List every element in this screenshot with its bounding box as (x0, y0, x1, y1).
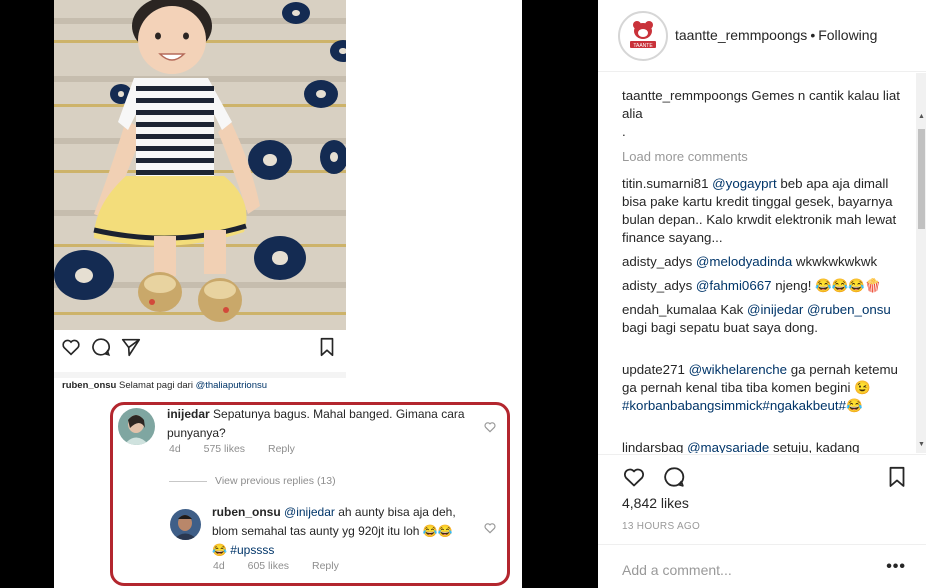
heart-icon (484, 422, 496, 433)
comment-icon[interactable] (662, 465, 686, 489)
comment-mention[interactable]: @inijedar (747, 302, 803, 317)
follow-status[interactable]: Following (818, 27, 877, 43)
post-panel: TAANTE taantte_remmpoongs • Following taan… (598, 0, 926, 588)
comment-text: njeng! 😂😂😂🍿 (775, 278, 882, 293)
bookmark-icon[interactable] (885, 465, 909, 489)
view-previous-replies: View previous replies (13) (169, 475, 336, 487)
heart-icon (484, 523, 496, 534)
likes-count[interactable]: 4,842 likes (622, 495, 689, 511)
highlighted-replies: inijedar Sepatunya bagus. Mahal banged. … (110, 402, 510, 586)
comment-text: wkwkwkwkwk (795, 254, 878, 269)
post-username[interactable]: taantte_remmpoongs (675, 27, 807, 43)
comment-user[interactable]: titin.sumarni81 (622, 176, 708, 191)
reply-comment: inijedar Sepatunya bagus. Mahal banged. … (167, 405, 467, 443)
post-header: TAANTE taantte_remmpoongs • Following (598, 0, 926, 72)
comment-user: ruben_onsu (62, 380, 117, 391)
comment-likes: 605 likes (247, 560, 290, 572)
comments-scrollbar[interactable]: ▲ ▼ (916, 73, 926, 453)
avatar-badge: TAANTE (633, 43, 653, 49)
add-comment-input[interactable]: Add a comment... (622, 562, 732, 578)
more-options-icon[interactable]: ••• (886, 558, 906, 576)
profile-avatar[interactable]: TAANTE (618, 11, 668, 61)
reply-comment: ruben_onsu @inijedar ah aunty bisa aja d… (212, 503, 462, 560)
comment-text: Selamat pagi dari (119, 380, 193, 391)
add-comment-bar: Add a comment... ••• (598, 544, 926, 588)
comment-meta: 4d 575 likes Reply (169, 443, 315, 455)
comment-mention: @inijedar (284, 505, 335, 519)
comment-text: Kak (720, 302, 744, 317)
list-item: adisty_adys @fahmi0667 njeng! 😂😂😂🍿 (622, 277, 912, 295)
comment-text: setuju, kadang (773, 440, 860, 453)
scroll-down-arrow-icon[interactable]: ▼ (918, 441, 925, 448)
comment-user[interactable]: endah_kumalaa (622, 302, 717, 317)
comment-mention[interactable]: @maysariade (687, 440, 769, 453)
divider (54, 372, 346, 378)
post-media[interactable]: ruben_onsu Selamat pagi dari @thaliaputr… (0, 0, 598, 588)
comment-likes: 575 likes (203, 443, 246, 455)
post-user-line: taantte_remmpoongs • Following (675, 27, 877, 43)
separator: • (810, 27, 816, 43)
screenshot-action-bar (54, 336, 346, 360)
comment-age: 4d (169, 443, 181, 455)
like-heart-icon[interactable] (622, 465, 646, 489)
avatar (170, 509, 201, 540)
comment-mention: @thaliaputrionsu (195, 380, 268, 391)
comment-meta: 4d 605 likes Reply (213, 560, 359, 572)
comment-user[interactable]: update271 (622, 362, 685, 377)
comment-mention[interactable]: @wikhelarenche (689, 362, 788, 377)
comment-user[interactable]: lindarsbag (622, 440, 683, 453)
comment-mention[interactable]: @fahmi0667 (696, 278, 772, 293)
comment-text: Sepatunya bagus. Mahal banged. Gimana ca… (167, 407, 465, 440)
heart-icon (62, 339, 80, 356)
list-item: lindarsbag @maysariade setuju, kadang (622, 439, 912, 453)
comment-user[interactable]: taantte_remmpoongs (622, 88, 748, 103)
comment-mention[interactable]: @melodyadinda (696, 254, 792, 269)
list-item: endah_kumalaa Kak @inijedar @ruben_onsu … (622, 301, 912, 337)
comment-mention[interactable]: @yogayprt (712, 176, 777, 191)
list-item: titin.sumarni81 @yogayprt beb apa aja di… (622, 175, 912, 247)
comment-user: ruben_onsu (212, 505, 281, 519)
comment-icon (92, 338, 111, 357)
share-icon (121, 338, 141, 357)
action-bar (598, 454, 926, 494)
post-image: ruben_onsu Selamat pagi dari @thaliaputr… (54, 0, 522, 588)
avatar (118, 408, 155, 445)
comment-user[interactable]: adisty_adys (622, 254, 692, 269)
child-figure (93, 0, 260, 322)
list-item: update271 @wikhelarenche ga pernah ketem… (622, 361, 912, 415)
post-time: 13 HOURS AGO (622, 521, 701, 532)
caption: taantte_remmpoongs Gemes n cantik kalau … (622, 87, 912, 141)
screenshot-comment-line: ruben_onsu Selamat pagi dari @thaliaputr… (62, 380, 267, 391)
load-more-comments[interactable]: Load more comments (622, 149, 748, 164)
comment-mention[interactable]: @ruben_onsu (807, 302, 891, 317)
comment-hashtag[interactable]: #korbanbabangsimmick#ngakakbeut#😂 (622, 398, 863, 413)
comment-text: bagi bagi sepatu buat saya dong. (622, 320, 818, 335)
reply-link: Reply (267, 443, 295, 455)
scroll-thumb[interactable] (918, 129, 925, 229)
comment-hashtag: #upssss (230, 543, 275, 557)
caption-extra: . (622, 124, 626, 139)
child-photo (54, 0, 346, 330)
comments-list[interactable]: taantte_remmpoongs Gemes n cantik kalau … (598, 73, 916, 453)
scroll-up-arrow-icon[interactable]: ▲ (918, 113, 925, 120)
comment-user: inijedar (167, 407, 210, 421)
reply-link: Reply (311, 560, 339, 572)
list-item: adisty_adys @melodyadinda wkwkwkwkwk (622, 253, 912, 271)
comment-age: 4d (213, 560, 225, 572)
bookmark-icon (320, 337, 334, 357)
comment-user[interactable]: adisty_adys (622, 278, 692, 293)
